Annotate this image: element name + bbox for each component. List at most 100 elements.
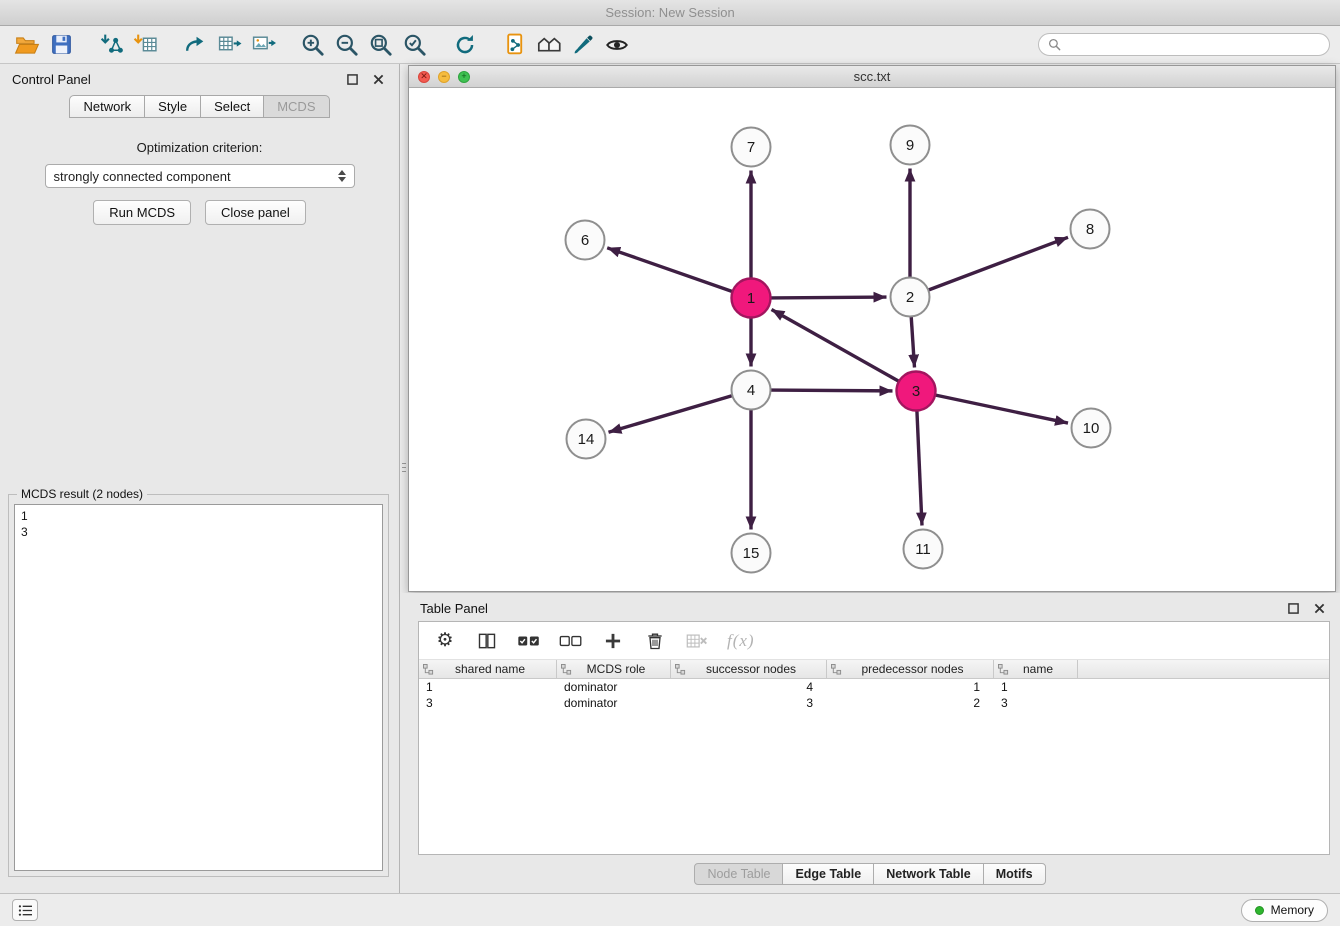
open-folder-icon: [14, 32, 40, 58]
status-list-button[interactable]: [12, 899, 38, 921]
edge-3-10[interactable]: [935, 395, 1068, 423]
tab-select[interactable]: Select: [200, 95, 264, 118]
table-row[interactable]: 1dominator411: [419, 679, 1329, 695]
mcds-result-list[interactable]: 13: [14, 504, 383, 871]
edge-3-11[interactable]: [917, 411, 922, 526]
node-11[interactable]: 11: [904, 530, 943, 569]
zoom-selected-button[interactable]: [398, 30, 432, 60]
run-mcds-button[interactable]: Run MCDS: [93, 200, 191, 225]
tab-motifs[interactable]: Motifs: [983, 863, 1046, 885]
node-6[interactable]: 6: [566, 221, 605, 260]
edge-1-2[interactable]: [771, 297, 887, 298]
cell-shared-name[interactable]: 3: [419, 696, 557, 710]
column-header-name[interactable]: name: [994, 660, 1078, 678]
tab-edge-table[interactable]: Edge Table: [782, 863, 874, 885]
table-settings-button[interactable]: ⚙: [433, 629, 457, 653]
column-header-predecessor-nodes[interactable]: predecessor nodes: [827, 660, 994, 678]
close-window-button[interactable]: ✕: [418, 71, 430, 83]
edge-2-8[interactable]: [928, 237, 1068, 290]
node-1[interactable]: 1: [732, 279, 771, 318]
minimize-window-button[interactable]: −: [438, 71, 450, 83]
zoom-out-button[interactable]: [330, 30, 364, 60]
delete-table-button[interactable]: [685, 629, 709, 653]
node-3[interactable]: 3: [897, 372, 936, 411]
edge-4-3[interactable]: [771, 390, 893, 391]
column-header-shared-name[interactable]: shared name: [419, 660, 557, 678]
node-8[interactable]: 8: [1071, 210, 1110, 249]
delete-row-button[interactable]: [643, 629, 667, 653]
save-icon: [49, 32, 74, 57]
add-row-button[interactable]: [601, 629, 625, 653]
column-header-mcds-role[interactable]: MCDS role: [557, 660, 671, 678]
float-control-panel-button[interactable]: [343, 70, 361, 88]
node-table: ⚙ f(x): [418, 621, 1330, 855]
export-table-button[interactable]: [212, 30, 246, 60]
select-all-button[interactable]: [517, 629, 541, 653]
mcds-panel: Optimization criterion: strongly connect…: [0, 140, 399, 225]
node-label: 10: [1083, 420, 1100, 437]
show-hide-button[interactable]: [600, 30, 634, 60]
tab-mcds[interactable]: MCDS: [263, 95, 329, 118]
edge-4-14[interactable]: [609, 396, 733, 433]
show-columns-button[interactable]: [475, 629, 499, 653]
node-9[interactable]: 9: [891, 126, 930, 165]
table-body[interactable]: 1dominator4113dominator323: [419, 679, 1329, 854]
tab-style[interactable]: Style: [144, 95, 201, 118]
edge-1-6[interactable]: [607, 248, 732, 292]
close-mcds-panel-button[interactable]: Close panel: [205, 200, 306, 225]
cell-successor-nodes[interactable]: 3: [671, 696, 827, 710]
table-row[interactable]: 3dominator323: [419, 695, 1329, 711]
houses-icon: [536, 31, 563, 58]
float-window-icon: [1288, 603, 1299, 614]
node-4[interactable]: 4: [732, 371, 771, 410]
zoom-window-button[interactable]: +: [458, 71, 470, 83]
tab-node-table[interactable]: Node Table: [694, 863, 783, 885]
tab-network[interactable]: Network: [69, 95, 145, 118]
cell-mcds-role[interactable]: dominator: [557, 680, 671, 694]
cell-predecessor-nodes[interactable]: 1: [827, 680, 994, 694]
search-box[interactable]: [1038, 33, 1330, 56]
cell-predecessor-nodes[interactable]: 2: [827, 696, 994, 710]
close-control-panel-button[interactable]: [369, 70, 387, 88]
memory-status-icon: [1255, 906, 1264, 915]
criterion-select[interactable]: strongly connected component: [45, 164, 355, 188]
memory-button[interactable]: Memory: [1241, 899, 1328, 922]
network-window-titlebar[interactable]: scc.txt ✕ − +: [409, 66, 1335, 88]
close-table-panel-button[interactable]: [1310, 599, 1328, 617]
node-15[interactable]: 15: [732, 534, 771, 573]
export-network-button[interactable]: [178, 30, 212, 60]
node-7[interactable]: 7: [732, 128, 771, 167]
apply-style-button[interactable]: [566, 30, 600, 60]
paint-brush-icon: [571, 32, 596, 57]
window-title: Session: New Session: [605, 5, 734, 20]
search-input[interactable]: [1067, 38, 1320, 52]
node-14[interactable]: 14: [567, 420, 606, 459]
refresh-view-button[interactable]: [448, 30, 482, 60]
zoom-fit-button[interactable]: [364, 30, 398, 60]
cell-successor-nodes[interactable]: 4: [671, 680, 827, 694]
float-table-panel-button[interactable]: [1284, 599, 1302, 617]
houses-button[interactable]: [532, 30, 566, 60]
zoom-fit-icon: [368, 32, 394, 58]
cell-shared-name[interactable]: 1: [419, 680, 557, 694]
import-network-button[interactable]: [94, 30, 128, 60]
cell-name[interactable]: 1: [994, 680, 1078, 694]
node-2[interactable]: 2: [891, 278, 930, 317]
edge-2-3[interactable]: [911, 317, 914, 368]
tab-network-table[interactable]: Network Table: [873, 863, 984, 885]
function-builder-button[interactable]: f(x): [727, 629, 755, 653]
zoom-in-button[interactable]: [296, 30, 330, 60]
network-canvas[interactable]: 7 9 6 8 1 2 4 3 14 10 15 11: [409, 88, 1335, 591]
open-session-button[interactable]: [10, 30, 44, 60]
deselect-all-button[interactable]: [559, 629, 583, 653]
document-network-button[interactable]: [498, 30, 532, 60]
column-header-successor-nodes[interactable]: successor nodes: [671, 660, 827, 678]
panel-splitter-grip[interactable]: [401, 455, 407, 479]
cell-mcds-role[interactable]: dominator: [557, 696, 671, 710]
export-image-button[interactable]: [246, 30, 280, 60]
import-table-button[interactable]: [128, 30, 162, 60]
edge-3-1[interactable]: [772, 310, 900, 382]
cell-name[interactable]: 3: [994, 696, 1078, 710]
node-10[interactable]: 10: [1072, 409, 1111, 448]
save-session-button[interactable]: [44, 30, 78, 60]
